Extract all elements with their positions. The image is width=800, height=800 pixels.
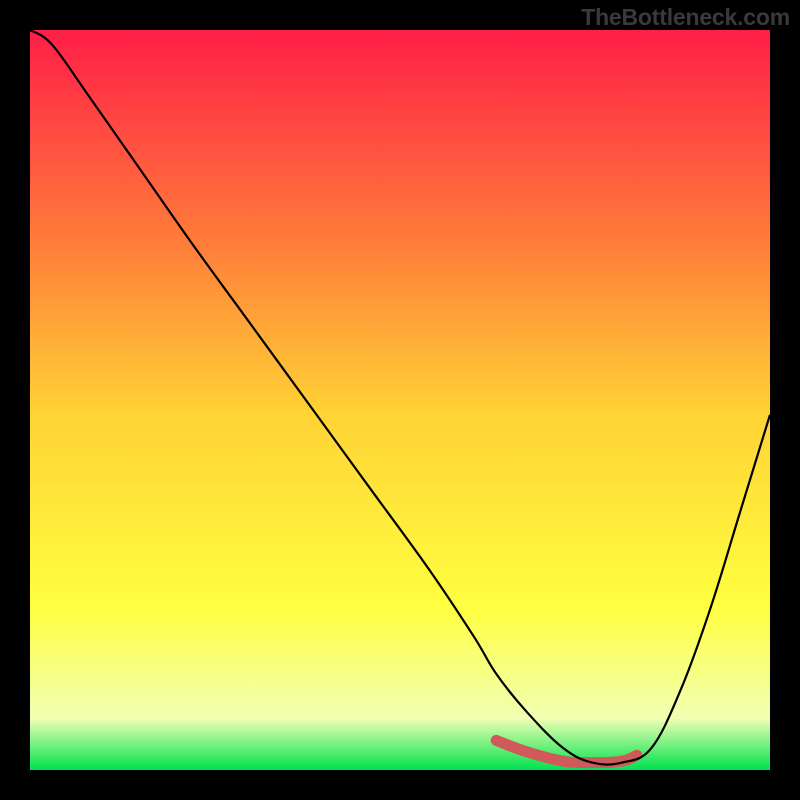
chart-stage: TheBottleneck.com [0,0,800,800]
watermark-text: TheBottleneck.com [581,4,790,31]
plot-area [30,30,770,770]
plot-svg [30,30,770,770]
gradient-background [30,30,770,770]
